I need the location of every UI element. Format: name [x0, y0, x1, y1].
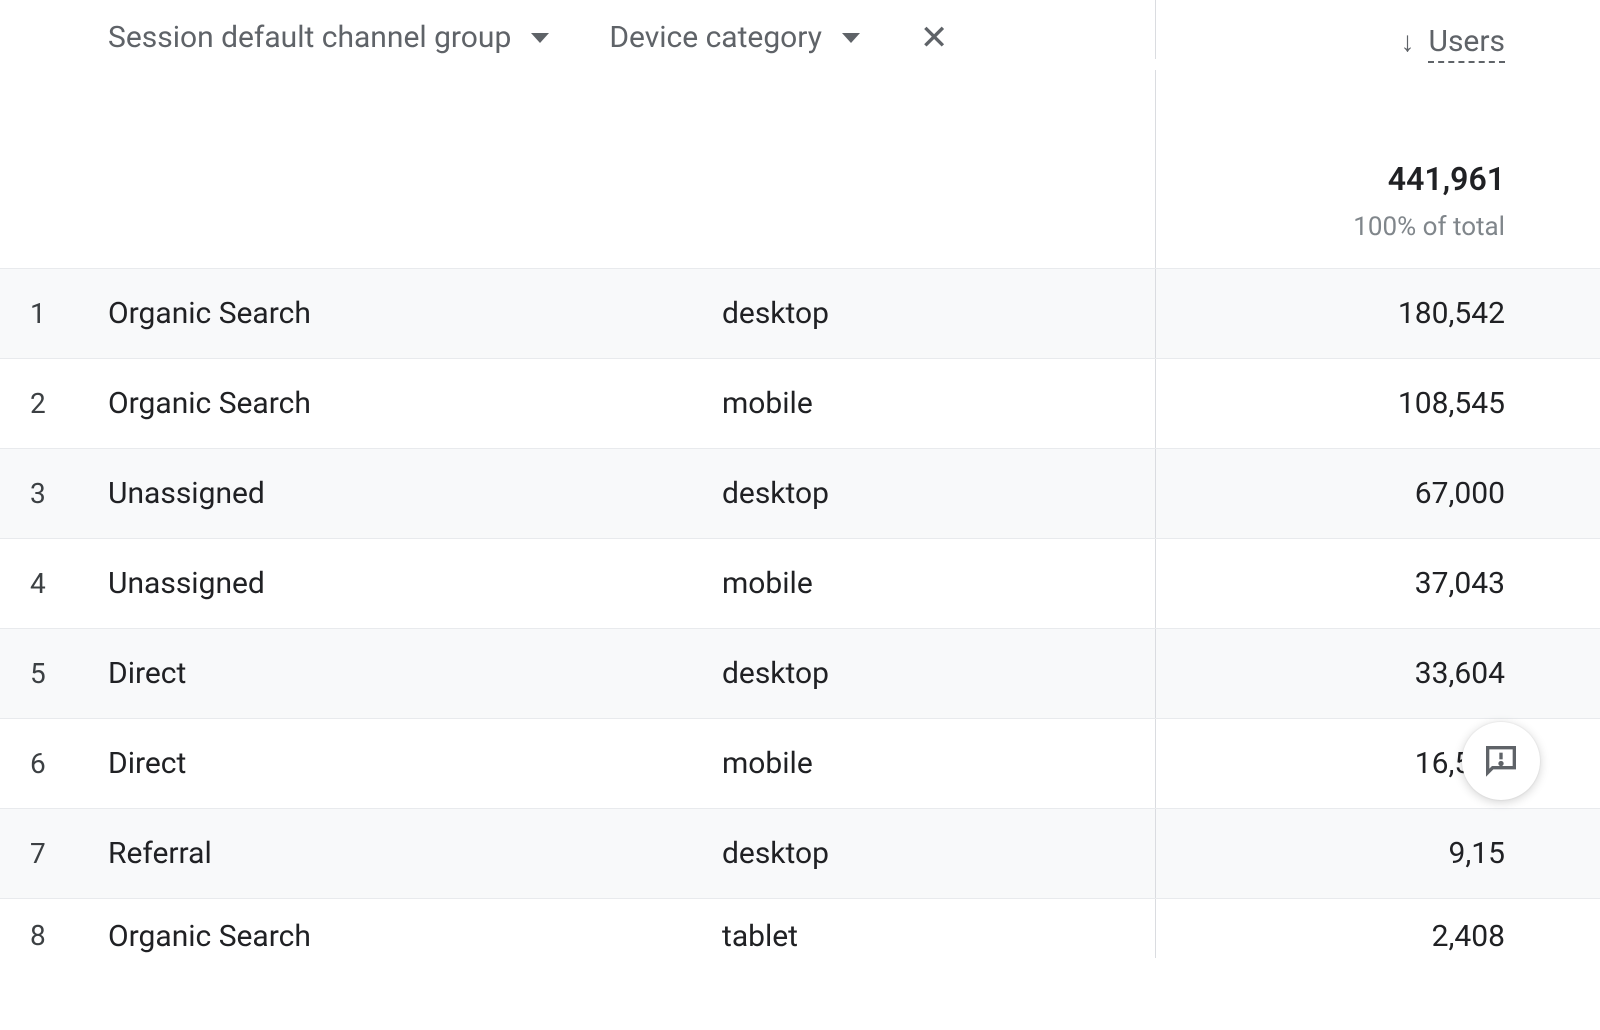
row-users: 37,043 [1155, 539, 1600, 628]
table-body: 1Organic Searchdesktop180,5422Organic Se… [0, 268, 1600, 958]
pct-of-total: 100% of total [1353, 212, 1505, 242]
dimension-columns: Session default channel group Device cat… [0, 0, 1155, 55]
row-device: mobile [722, 746, 1155, 781]
row-users: 180,542 [1155, 269, 1600, 358]
row-channel: Unassigned [108, 566, 722, 601]
analytics-table: Session default channel group Device cat… [0, 0, 1600, 1030]
table-row[interactable]: 6Directmobile16,500 [0, 718, 1600, 808]
table-row[interactable]: 2Organic Searchmobile108,545 [0, 358, 1600, 448]
row-channel: Direct [108, 746, 722, 781]
row-users: 9,15 [1155, 809, 1600, 898]
row-channel: Organic Search [108, 386, 722, 421]
row-channel: Unassigned [108, 476, 722, 511]
secondary-dimension-label: Device category [609, 20, 822, 55]
row-number: 1 [0, 297, 108, 330]
arrow-down-icon: ↓ [1401, 25, 1415, 58]
table-row[interactable]: 4Unassignedmobile37,043 [0, 538, 1600, 628]
total-users: 441,961 [1388, 160, 1505, 198]
metric-label: Users [1429, 24, 1506, 59]
row-device: desktop [722, 836, 1155, 871]
row-users: 2,408 [1155, 899, 1600, 958]
table-row[interactable]: 3Unassigneddesktop67,000 [0, 448, 1600, 538]
summary-metric: 441,961 100% of total [1155, 70, 1600, 268]
table-row[interactable]: 1Organic Searchdesktop180,542 [0, 268, 1600, 358]
row-users: 108,545 [1155, 359, 1600, 448]
table-row[interactable]: 7Referraldesktop9,15 [0, 808, 1600, 898]
feedback-icon [1481, 741, 1521, 781]
row-number: 5 [0, 657, 108, 690]
row-number: 8 [0, 919, 108, 952]
chevron-down-icon [531, 33, 549, 43]
row-device: mobile [722, 566, 1155, 601]
row-device: desktop [722, 476, 1155, 511]
row-device: desktop [722, 296, 1155, 331]
row-number: 7 [0, 837, 108, 870]
summary-row: 441,961 100% of total [0, 70, 1600, 268]
primary-dimension-label: Session default channel group [108, 20, 511, 55]
table-row[interactable]: 8Organic Searchtablet2,408 [0, 898, 1600, 958]
secondary-dimension-selector[interactable]: Device category [609, 20, 860, 55]
metric-column-header[interactable]: ↓ Users [1155, 0, 1600, 59]
table-row[interactable]: 5Directdesktop33,604 [0, 628, 1600, 718]
close-icon[interactable]: ✕ [920, 21, 949, 55]
feedback-button[interactable] [1462, 722, 1540, 800]
row-number: 3 [0, 477, 108, 510]
primary-dimension-selector[interactable]: Session default channel group [108, 20, 549, 55]
table-header: Session default channel group Device cat… [0, 0, 1600, 70]
row-number: 2 [0, 387, 108, 420]
row-device: mobile [722, 386, 1155, 421]
row-channel: Organic Search [108, 296, 722, 331]
row-device: tablet [722, 919, 1155, 954]
row-number: 6 [0, 747, 108, 780]
row-channel: Direct [108, 656, 722, 691]
row-channel: Referral [108, 836, 722, 871]
row-users: 33,604 [1155, 629, 1600, 718]
row-device: desktop [722, 656, 1155, 691]
row-users: 67,000 [1155, 449, 1600, 538]
row-channel: Organic Search [108, 919, 722, 954]
chevron-down-icon [842, 33, 860, 43]
row-number: 4 [0, 567, 108, 600]
